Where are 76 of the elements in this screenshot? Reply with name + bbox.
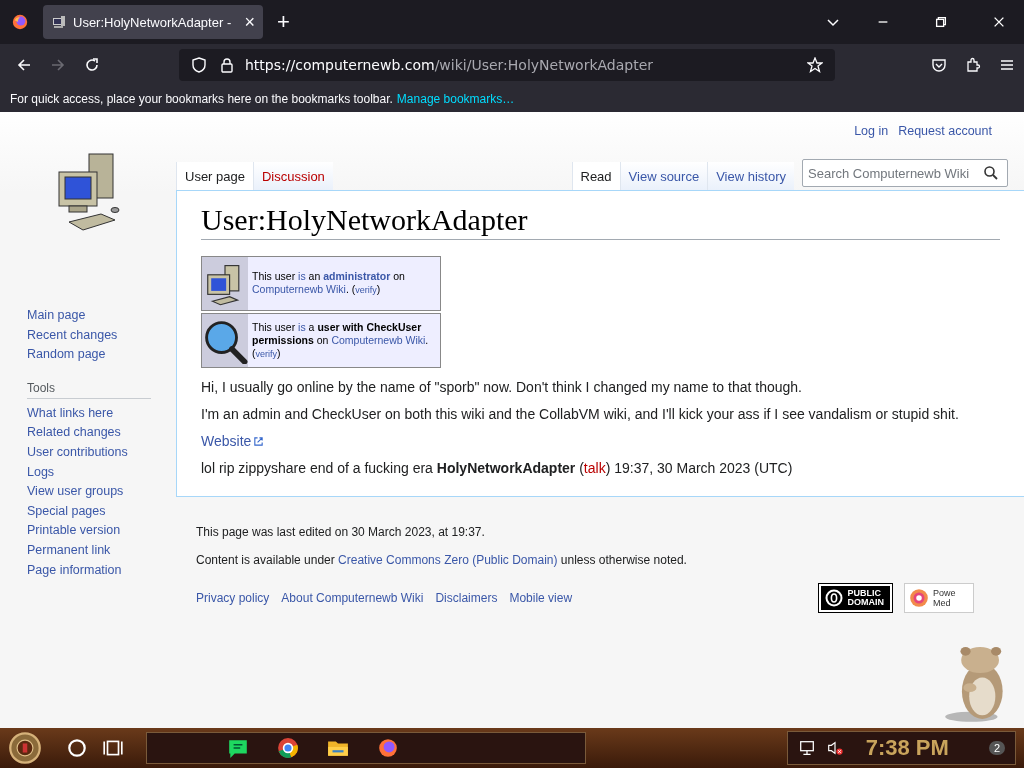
star-icon[interactable]: [807, 57, 823, 73]
powered-by-badge[interactable]: Powe Med: [904, 583, 974, 613]
restore-icon[interactable]: [934, 15, 948, 29]
close-icon[interactable]: [992, 15, 1006, 29]
external-link-icon: [253, 435, 265, 447]
start-button[interactable]: [8, 731, 42, 765]
clock[interactable]: 7:38 PM: [865, 735, 949, 761]
userbox-text: This user is a user with CheckUser permissions on Computernewb Wiki. (verify): [251, 319, 430, 361]
userbox-text: This user is an administrator on Computernewb Wiki. (verify): [251, 269, 406, 297]
search-field[interactable]: Search Computernewb Wiki: [802, 159, 1008, 187]
sidebar-link[interactable]: User contributions: [27, 442, 128, 463]
text-link[interactable]: verify: [255, 348, 277, 359]
last-edited-text: This page was last edited on 30 March 2023, at 19:37.: [196, 525, 486, 539]
page-tab[interactable]: User page: [176, 162, 253, 190]
page-title: User:HolyNetworkAdapter: [201, 203, 1000, 240]
public-domain-badge[interactable]: PUBLIC DOMAIN: [818, 584, 892, 612]
paragraph: I'm an admin and CheckUser on both this wiki and the CollabVM wiki, and I'll kick your ass if I see vandalism or stupid shit.: [201, 406, 960, 422]
footer-link[interactable]: Disclaimers: [435, 591, 498, 605]
page-tab[interactable]: View history: [707, 162, 794, 190]
sidebar-link[interactable]: Random page: [27, 345, 106, 365]
signature-line: lol rip zippyshare end of a fucking era HolyNetworkAdapter (talk) 19:37, 30 March 2023 (UTC): [201, 460, 794, 476]
lock-icon[interactable]: [219, 57, 235, 73]
account-link[interactable]: Log in: [854, 124, 889, 142]
extensions-icon[interactable]: [965, 57, 981, 73]
notifications-button[interactable]: 2: [988, 741, 1005, 755]
browser-tab[interactable]: User:HolyNetworkAdapter - ×: [43, 5, 263, 39]
sidebar-link[interactable]: Special pages: [27, 501, 106, 522]
sidebar-link[interactable]: Logs: [27, 462, 55, 483]
firefox-icon[interactable]: [11, 13, 29, 31]
text-link[interactable]: administrator: [323, 270, 391, 282]
new-tab-button[interactable]: +: [277, 9, 290, 35]
firefox-icon[interactable]: [377, 737, 399, 759]
computer-icon: [51, 14, 67, 30]
pocket-icon[interactable]: [931, 57, 947, 73]
menu-icon[interactable]: [999, 57, 1015, 73]
footer-link[interactable]: Privacy policy: [196, 591, 270, 605]
license-text: Content is available under Creative Commons Zero (Public Domain) unless otherwise noted.: [196, 553, 688, 567]
page-tab[interactable]: Read: [571, 162, 620, 190]
network-icon[interactable]: [797, 739, 816, 757]
text-link[interactable]: verify: [355, 285, 377, 295]
sidebar-link[interactable]: Main page: [27, 306, 86, 326]
page-tab[interactable]: Discussion: [253, 162, 333, 190]
forward-icon: [50, 57, 66, 73]
sidebar-link[interactable]: Related changes: [27, 423, 121, 443]
search-circle-icon[interactable]: [66, 737, 88, 759]
page-tab[interactable]: View source: [619, 162, 708, 190]
close-tab-button[interactable]: ×: [244, 11, 255, 33]
sidebar-link[interactable]: What links here: [27, 403, 114, 424]
muted-speaker-icon[interactable]: [825, 739, 844, 757]
text-link[interactable]: is: [298, 320, 306, 333]
reload-icon[interactable]: [84, 57, 100, 73]
zero-icon: [823, 588, 844, 608]
sidebar-link[interactable]: Printable version: [27, 521, 121, 541]
manage-bookmarks-link[interactable]: Manage bookmarks…: [396, 92, 515, 106]
website-link[interactable]: Website: [201, 433, 265, 449]
sidebar-link[interactable]: View user groups: [27, 482, 124, 502]
chat-app-icon[interactable]: [227, 737, 249, 759]
text-link[interactable]: Creative Commons Zero (Public Domain): [338, 553, 558, 567]
search-icon[interactable]: [983, 165, 999, 181]
tools-heading: Tools: [27, 380, 151, 399]
shield-icon[interactable]: [191, 57, 207, 73]
flower-icon: [908, 587, 930, 609]
sidebar-link[interactable]: Permanent link: [27, 540, 111, 561]
text-link[interactable]: talk: [583, 460, 606, 476]
bookmarks-hint: For quick access, place your bookmarks here on the bookmarks toolbar.: [10, 92, 393, 106]
footer-link[interactable]: About Computernewb Wiki: [281, 591, 424, 605]
text-link[interactable]: Computernewb Wiki: [252, 283, 346, 295]
back-icon[interactable]: [16, 57, 32, 73]
chrome-icon[interactable]: [277, 737, 299, 759]
account-link[interactable]: Request account: [898, 124, 992, 142]
text-link[interactable]: is: [298, 270, 306, 282]
sidebar-link[interactable]: Page information: [27, 560, 122, 581]
address-bar[interactable]: https://computernewb.com/wiki/User:HolyNetworkAdapter: [179, 49, 835, 81]
sidebar-link[interactable]: Recent changes: [27, 325, 118, 346]
paragraph: Hi, I usually go online by the name of "sporb" now. Don't think I changed my name to that though.: [201, 379, 803, 395]
footer-link[interactable]: Mobile view: [509, 591, 573, 605]
